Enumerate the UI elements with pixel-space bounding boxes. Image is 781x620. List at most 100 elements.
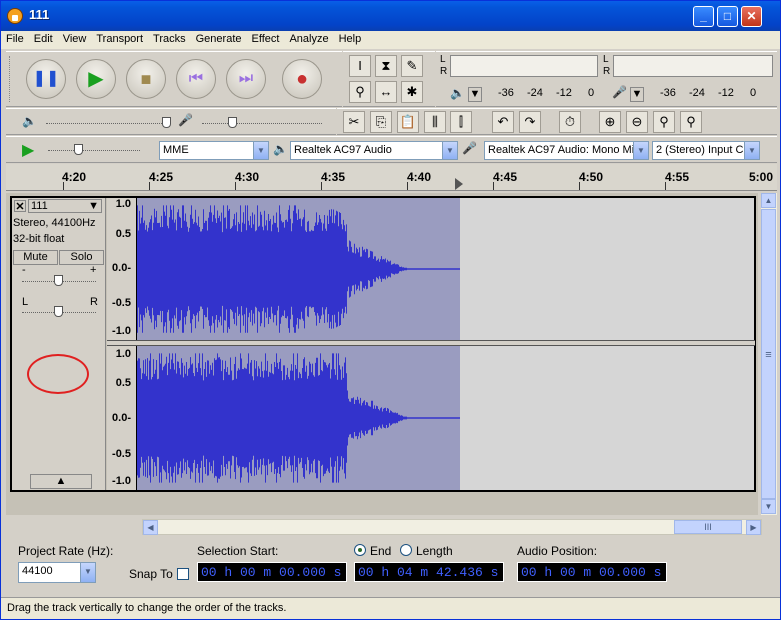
ruler-tick — [579, 182, 580, 190]
play-at-speed-icon[interactable]: ▶ — [22, 140, 34, 160]
output-volume-thumb[interactable] — [162, 117, 171, 128]
input-volume-slider[interactable] — [202, 123, 322, 124]
menu-view[interactable]: View — [58, 31, 92, 47]
redo-button[interactable]: ↷ — [519, 111, 541, 133]
scroll-right-icon[interactable]: ▶ — [746, 520, 761, 535]
scroll-left-icon[interactable]: ◀ — [143, 520, 158, 535]
sync-lock-button[interactable]: ⏱ — [559, 111, 581, 133]
input-volume-thumb[interactable] — [228, 117, 237, 128]
selection-end-value: 00 h 04 m 42.436 s — [358, 565, 499, 580]
track-name-menu[interactable]: 111 ▼ — [28, 199, 102, 213]
envelope-tool[interactable]: ⧗ — [375, 55, 397, 77]
project-rate-select[interactable]: 44100 ▼ — [18, 562, 96, 583]
record-meter-menu[interactable]: ▼ — [630, 87, 644, 102]
cut-button[interactable]: ✂ — [343, 111, 365, 133]
draw-tool[interactable]: ✎ — [401, 55, 423, 77]
end-radio[interactable] — [354, 544, 366, 556]
playback-meter-menu[interactable]: ▼ — [468, 87, 482, 102]
output-volume-icon: 🔈 — [22, 114, 37, 128]
play-button[interactable]: ▶ — [76, 59, 116, 99]
gain-slider-thumb[interactable] — [54, 275, 63, 286]
menu-help[interactable]: Help — [334, 31, 367, 47]
copy-button[interactable]: ⎘ — [370, 111, 392, 133]
scroll-up-icon[interactable]: ▲ — [761, 193, 776, 208]
play-scale-0: 0 — [588, 87, 595, 99]
timeshift-tool[interactable]: ↔ — [375, 81, 397, 103]
snap-to-label: Snap To — [129, 567, 173, 581]
menu-transport[interactable]: Transport — [91, 31, 148, 47]
track-close-icon[interactable]: ✕ — [14, 200, 26, 213]
input-device-select[interactable]: Realtek AC97 Audio: Mono Mix ▼ — [484, 141, 649, 160]
pan-slider-thumb[interactable] — [54, 306, 63, 317]
menu-effect[interactable]: Effect — [247, 31, 285, 47]
zoom-in-button[interactable]: ⊕ — [599, 111, 621, 133]
silence-icon: ⫿ — [458, 114, 464, 129]
pause-button[interactable]: ❚❚ — [26, 59, 66, 99]
app-icon — [7, 8, 23, 24]
play-speed-thumb[interactable] — [74, 144, 83, 155]
silence-button[interactable]: ⫿ — [450, 111, 472, 133]
menu-generate[interactable]: Generate — [191, 31, 247, 47]
toolbar-grip[interactable] — [9, 56, 13, 102]
microphone-icon: 🎤 — [612, 85, 627, 99]
host-select[interactable]: MME ▼ — [159, 141, 269, 160]
maximize-button[interactable]: □ — [717, 6, 738, 27]
multi-tool[interactable]: ✱ — [401, 81, 423, 103]
stop-icon: ■ — [140, 69, 152, 89]
left-channel-waveform[interactable] — [137, 198, 460, 340]
solo-button[interactable]: Solo — [59, 250, 104, 265]
pause-icon: ❚❚ — [32, 70, 60, 87]
selection-tool[interactable]: I — [349, 55, 371, 77]
menu-file[interactable]: File — [1, 31, 29, 47]
scroll-down-icon[interactable]: ▼ — [761, 499, 776, 514]
title-bar[interactable]: 111 _ □ ✕ — [1, 1, 780, 31]
input-channels-select[interactable]: 2 (Stereo) Input C ▼ — [652, 141, 760, 160]
fit-selection-button[interactable]: ⚲ — [653, 111, 675, 133]
paste-button[interactable]: 📋 — [397, 111, 419, 133]
pan-left-label: L — [22, 296, 29, 308]
right-channel-empty[interactable] — [460, 346, 754, 490]
output-device-select[interactable]: Realtek AC97 Audio ▼ — [290, 141, 458, 160]
skip-start-button[interactable]: ⏮ — [176, 59, 216, 99]
menu-analyze[interactable]: Analyze — [284, 31, 333, 47]
skip-end-button[interactable]: ⏭ — [226, 59, 266, 99]
meter-l-label: L — [440, 54, 446, 65]
timeline-ruler[interactable]: 4:20 4:25 4:30 4:35 4:40 4:45 4:50 4:55 … — [6, 164, 777, 191]
fit-project-button[interactable]: ⚲ — [680, 111, 702, 133]
close-button[interactable]: ✕ — [741, 6, 762, 27]
snap-to-checkbox[interactable] — [177, 568, 189, 580]
ruler-label: 4:25 — [149, 170, 174, 184]
rec-scale-0: 0 — [750, 87, 757, 99]
trim-button[interactable]: ⫼ — [424, 111, 446, 133]
left-channel-empty[interactable] — [460, 198, 754, 340]
output-volume-slider[interactable] — [46, 123, 168, 124]
menu-edit[interactable]: Edit — [29, 31, 58, 47]
waveform-right — [137, 353, 460, 483]
mute-button[interactable]: Mute — [13, 250, 58, 265]
track-panel[interactable]: ✕ 111 ▼ Stereo, 44100Hz 32-bit float Mute… — [6, 193, 758, 515]
selection-start-timecode[interactable]: 00 h 00 m 00.000 s — [197, 562, 347, 582]
track-control-panel[interactable]: ✕ 111 ▼ Stereo, 44100Hz 32-bit float Mute… — [12, 198, 106, 490]
right-channel-waveform[interactable] — [137, 346, 460, 490]
audio-position-timecode[interactable]: 00 h 00 m 00.000 s — [517, 562, 667, 582]
playback-meter[interactable] — [450, 55, 598, 77]
undo-button[interactable]: ↶ — [492, 111, 514, 133]
stop-button[interactable]: ■ — [126, 59, 166, 99]
horizontal-scrollbar[interactable]: ◀ III ▶ — [142, 519, 762, 535]
minimize-button[interactable]: _ — [693, 6, 714, 27]
vertical-scrollbar[interactable]: ▲ ≡ ▼ — [761, 193, 777, 515]
menu-tracks[interactable]: Tracks — [148, 31, 191, 47]
vertical-scroll-thumb[interactable]: ≡ — [761, 209, 776, 499]
length-radio[interactable] — [400, 544, 412, 556]
collapse-track-button[interactable]: ▲ — [30, 474, 92, 489]
horizontal-scroll-thumb[interactable]: III — [674, 520, 742, 534]
selection-end-timecode[interactable]: 00 h 04 m 42.436 s — [354, 562, 504, 582]
waveform-path — [137, 205, 460, 333]
zoom-tool[interactable]: ⚲ — [349, 81, 371, 103]
scissors-icon: ✂ — [348, 114, 360, 129]
length-label: Length — [416, 544, 453, 558]
play-speed-slider[interactable] — [48, 150, 140, 151]
zoom-out-button[interactable]: ⊖ — [626, 111, 648, 133]
record-meter[interactable] — [613, 55, 773, 77]
record-button[interactable]: ● — [282, 59, 322, 99]
